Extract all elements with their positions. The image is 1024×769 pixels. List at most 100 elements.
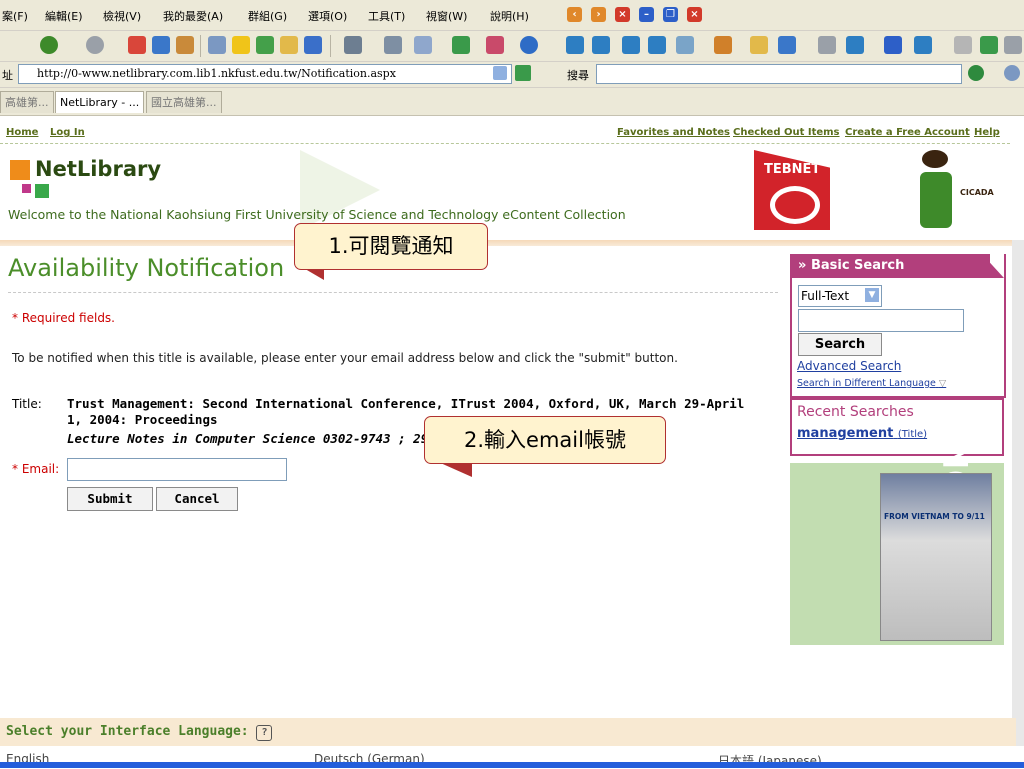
menu-help[interactable]: 說明(H) bbox=[490, 8, 529, 24]
submit-button[interactable]: Submit bbox=[67, 487, 153, 511]
menu-edit[interactable]: 編輯(E) bbox=[45, 8, 83, 24]
layout-icon[interactable] bbox=[344, 36, 362, 54]
panel-icon[interactable] bbox=[846, 36, 864, 54]
menu-favorites[interactable]: 我的最愛(A) bbox=[163, 8, 223, 24]
address-bar: 址 http://0-www.netlibrary.com.lib1.nkfus… bbox=[0, 62, 1024, 88]
address-label: 址 bbox=[2, 69, 13, 82]
help-icon[interactable]: ? bbox=[256, 725, 273, 741]
more-icon[interactable] bbox=[1004, 36, 1022, 54]
language-label: Select your Interface Language: ? bbox=[6, 724, 273, 741]
instructions-text: To be notified when this title is availa… bbox=[12, 351, 678, 365]
recent-search-link[interactable]: management (Title) bbox=[797, 426, 927, 441]
book-series: Lecture Notes in Computer Science 0302-9… bbox=[67, 431, 429, 446]
home-icon[interactable] bbox=[176, 36, 194, 54]
search-icon[interactable] bbox=[208, 36, 226, 54]
taskbar bbox=[0, 762, 1024, 768]
menu-file[interactable]: 案(F) bbox=[2, 8, 28, 24]
menu-bar: 案(F) 編輯(E) 檢視(V) 我的最愛(A) 群組(G) 選項(O) 工具(… bbox=[0, 0, 1024, 31]
basic-search-header-corner bbox=[982, 254, 1004, 278]
cancel-button[interactable]: Cancel bbox=[156, 487, 238, 511]
globe-icon[interactable] bbox=[520, 36, 538, 54]
window-icon[interactable] bbox=[566, 36, 584, 54]
menu-options[interactable]: 選項(O) bbox=[308, 8, 347, 24]
tools-icon[interactable] bbox=[452, 36, 470, 54]
plugin-icon[interactable] bbox=[676, 36, 694, 54]
cascade-icon[interactable] bbox=[622, 36, 640, 54]
search-input[interactable] bbox=[798, 309, 964, 332]
go-icon[interactable] bbox=[515, 65, 531, 81]
refresh-icon[interactable] bbox=[152, 36, 170, 54]
skin-icon[interactable] bbox=[714, 36, 732, 54]
netlibrary-logo[interactable]: NetLibrary bbox=[35, 157, 161, 181]
nav-login-link[interactable]: Log In bbox=[50, 127, 85, 138]
screen-icon[interactable] bbox=[778, 36, 796, 54]
tab-kaohsiung-2[interactable]: 國立高雄第... bbox=[146, 91, 222, 113]
close-tab-icon[interactable]: × bbox=[615, 7, 630, 22]
language-label-text: Select your Interface Language: bbox=[6, 724, 249, 739]
title-label: Title: bbox=[12, 397, 42, 411]
back-icon[interactable] bbox=[40, 36, 58, 54]
search-engine-icon[interactable] bbox=[968, 65, 984, 81]
menu-groups[interactable]: 群組(G) bbox=[248, 8, 287, 24]
welcome-text: Welcome to the National Kaohsiung First … bbox=[8, 207, 626, 222]
forward-icon[interactable] bbox=[86, 36, 104, 54]
address-url: http://0-www.netlibrary.com.lib1.nkfust.… bbox=[37, 67, 396, 80]
logo-square-green bbox=[35, 184, 49, 198]
open-icon[interactable] bbox=[750, 36, 768, 54]
close-window-icon[interactable]: × bbox=[687, 7, 702, 22]
email-label: * Email: bbox=[12, 462, 59, 476]
logo-square-orange bbox=[10, 160, 30, 180]
menu-window[interactable]: 視窗(W) bbox=[426, 8, 467, 24]
next-window-icon[interactable]: › bbox=[591, 7, 606, 22]
tile-icon[interactable] bbox=[592, 36, 610, 54]
folder-icon[interactable] bbox=[280, 36, 298, 54]
triangle-down-icon: ▽ bbox=[938, 378, 947, 389]
fullscreen-icon[interactable] bbox=[818, 36, 836, 54]
search-type-value: Full-Text bbox=[801, 289, 850, 303]
address-input[interactable]: http://0-www.netlibrary.com.lib1.nkfust.… bbox=[18, 64, 512, 84]
scrollbar[interactable] bbox=[1012, 240, 1024, 746]
print-icon[interactable] bbox=[384, 36, 402, 54]
search-type-select[interactable]: Full-Text ▼ bbox=[798, 285, 882, 307]
nav-help-link[interactable]: Help bbox=[974, 127, 1000, 138]
nav-checked-out-link[interactable]: Checked Out Items bbox=[733, 127, 840, 138]
mail-icon[interactable] bbox=[414, 36, 432, 54]
history-icon[interactable] bbox=[256, 36, 274, 54]
recent-search-term: management bbox=[797, 426, 894, 441]
recent-search-scope: (Title) bbox=[897, 429, 928, 440]
stop-icon[interactable] bbox=[128, 36, 146, 54]
favorites-icon[interactable] bbox=[232, 36, 250, 54]
ebook-cover-title: FROM VIETNAM TO 9/11 bbox=[884, 512, 985, 521]
prev-window-icon[interactable]: ‹ bbox=[567, 7, 582, 22]
media-icon[interactable] bbox=[304, 36, 322, 54]
address-dropdown-icon[interactable] bbox=[493, 66, 507, 80]
required-note: * Required fields. bbox=[12, 311, 115, 325]
nav-favorites-link[interactable]: Favorites and Notes bbox=[617, 127, 730, 138]
minimize-icon[interactable]: – bbox=[639, 7, 654, 22]
paste-icon[interactable] bbox=[980, 36, 998, 54]
advanced-search-link[interactable]: Advanced Search bbox=[797, 359, 901, 373]
email-field[interactable] bbox=[67, 458, 287, 481]
tab-kaohsiung-1[interactable]: 高雄第... bbox=[0, 91, 54, 113]
ebook-cover-image[interactable] bbox=[880, 473, 992, 641]
undo-icon[interactable] bbox=[914, 36, 932, 54]
nav-home-link[interactable]: Home bbox=[6, 127, 38, 138]
toolbar-search-input[interactable] bbox=[596, 64, 962, 84]
save-icon[interactable] bbox=[884, 36, 902, 54]
translate-icon[interactable] bbox=[486, 36, 504, 54]
menu-view[interactable]: 檢視(V) bbox=[103, 8, 141, 24]
search-button[interactable]: Search bbox=[798, 333, 882, 356]
title-divider bbox=[8, 292, 778, 293]
tab-netlibrary[interactable]: NetLibrary - ... bbox=[55, 91, 145, 113]
copy-icon[interactable] bbox=[954, 36, 972, 54]
top-nav: Home Log In Favorites and Notes Checked … bbox=[0, 124, 1010, 140]
menu-tools[interactable]: 工具(T) bbox=[368, 8, 405, 24]
download-icon[interactable] bbox=[648, 36, 666, 54]
logo-square-pink bbox=[22, 184, 31, 193]
restore-icon[interactable]: ❐ bbox=[663, 7, 678, 22]
tab-bar: 高雄第... NetLibrary - ... 國立高雄第... bbox=[0, 88, 1024, 116]
nav-create-account-link[interactable]: Create a Free Account bbox=[845, 127, 970, 138]
callout-2: 2.輸入email帳號 bbox=[424, 416, 666, 464]
different-language-link[interactable]: Search in Different Language ▽ bbox=[797, 378, 946, 389]
magnifier-icon[interactable] bbox=[1004, 65, 1020, 81]
